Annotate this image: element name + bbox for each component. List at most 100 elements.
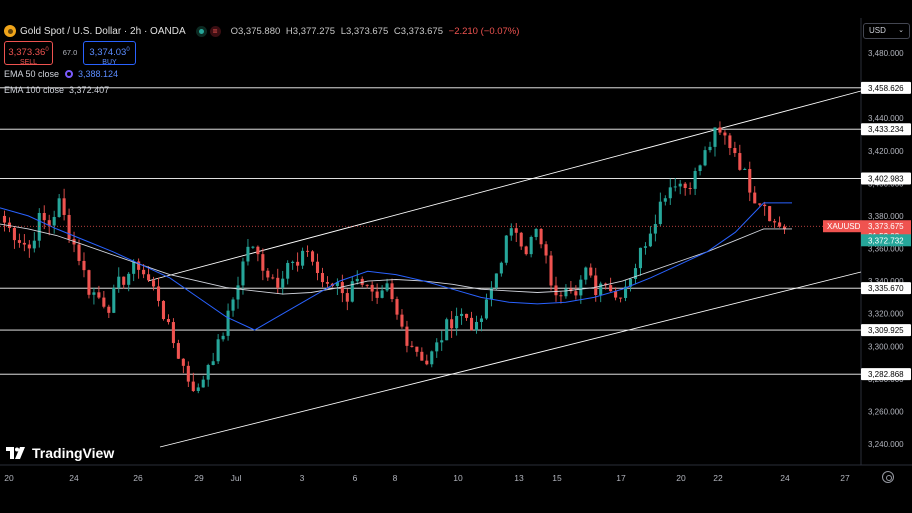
candle-body-95 bbox=[474, 321, 479, 331]
candle-body-48 bbox=[241, 261, 245, 286]
candle-body-16 bbox=[82, 260, 86, 271]
candle-body-132 bbox=[658, 201, 662, 225]
ema50-settings-icon[interactable] bbox=[65, 70, 74, 78]
candle-body-113 bbox=[564, 288, 568, 297]
price-chart[interactable]: 3,240.0003,260.0003,280.0003,300.0003,32… bbox=[0, 0, 912, 513]
candle-body-30 bbox=[152, 280, 156, 287]
ema50-legend[interactable]: EMA 50 close 3,388.124 bbox=[4, 69, 118, 79]
x-tick-label: 6 bbox=[353, 473, 358, 483]
candle-body-107 bbox=[534, 228, 538, 237]
candle-body-22 bbox=[112, 287, 116, 313]
high-value: H3,377.275 bbox=[285, 25, 336, 37]
candle-body-60 bbox=[301, 250, 305, 266]
x-tick-label: 15 bbox=[552, 473, 562, 483]
candle-body-31 bbox=[156, 286, 161, 301]
candle-body-151 bbox=[753, 192, 757, 204]
symbol-title[interactable]: Gold Spot / U.S. Dollar · 2h · OANDA bbox=[20, 26, 186, 37]
brand-name: TradingView bbox=[32, 445, 115, 461]
candle-body-44 bbox=[221, 335, 225, 340]
y-tick-label: 3,380.000 bbox=[868, 212, 904, 221]
candle-body-145 bbox=[723, 132, 727, 136]
candle-body-135 bbox=[673, 186, 677, 188]
gold-symbol-icon bbox=[4, 25, 16, 37]
candle-body-96 bbox=[479, 318, 484, 322]
candle-body-52 bbox=[261, 254, 265, 271]
candle-body-74 bbox=[370, 284, 374, 292]
candle-body-93 bbox=[465, 313, 469, 318]
candle-body-73 bbox=[365, 284, 369, 286]
candle-body-89 bbox=[445, 319, 449, 341]
candle-body-117 bbox=[584, 267, 588, 280]
candle-body-5 bbox=[27, 244, 31, 249]
candle-body-2 bbox=[12, 227, 16, 241]
ema100-value: 3,372.407 bbox=[69, 85, 110, 95]
candle-body-7 bbox=[37, 213, 41, 241]
candle-body-12 bbox=[62, 198, 66, 215]
ema-tag-label: 3,372.732 bbox=[868, 236, 904, 245]
candle-body-108 bbox=[539, 228, 543, 245]
candle-body-75 bbox=[375, 291, 379, 298]
candle-body-147 bbox=[733, 148, 737, 154]
settings-icon[interactable] bbox=[882, 471, 894, 483]
candle-body-32 bbox=[161, 300, 166, 320]
buy-label: BUY bbox=[102, 59, 117, 66]
x-tick-label: Jul bbox=[231, 473, 242, 483]
change-value: −2.210 (−0.07%) bbox=[448, 25, 520, 37]
x-tick-label: 24 bbox=[780, 473, 790, 483]
candle-body-11 bbox=[57, 198, 61, 217]
x-tick-label: 27 bbox=[840, 473, 850, 483]
market-open-icon bbox=[195, 25, 207, 37]
y-tick-label: 3,480.000 bbox=[868, 49, 904, 58]
y-tick-label: 3,240.000 bbox=[868, 440, 904, 449]
candle-body-138 bbox=[688, 187, 692, 189]
sell-label: SELL bbox=[19, 59, 38, 66]
sell-button[interactable]: 3,373.360 SELL bbox=[4, 41, 53, 66]
candle-body-55 bbox=[276, 277, 280, 288]
y-tick-label: 3,320.000 bbox=[868, 310, 904, 319]
candle-body-84 bbox=[420, 351, 424, 361]
candle-body-99 bbox=[494, 273, 498, 288]
close-value: C3,373.675 bbox=[393, 25, 443, 37]
open-value: O3,375.880 bbox=[230, 25, 281, 37]
y-tick-label: 3,300.000 bbox=[868, 342, 904, 351]
channel-upper-line bbox=[147, 90, 862, 282]
candle-body-148 bbox=[738, 153, 742, 170]
chart-header: Gold Spot / U.S. Dollar · 2h · OANDA = O… bbox=[0, 20, 519, 42]
candle-body-80 bbox=[400, 314, 404, 327]
candle-body-116 bbox=[579, 279, 583, 296]
y-tick-label: 3,420.000 bbox=[868, 147, 904, 156]
chevron-down-icon: ⌄ bbox=[898, 27, 904, 34]
buy-button[interactable]: 3,374.030 BUY bbox=[83, 41, 136, 66]
candle-body-134 bbox=[668, 187, 672, 199]
candle-body-24 bbox=[122, 276, 126, 285]
channel-lower-line bbox=[159, 271, 862, 448]
candle-body-69 bbox=[345, 293, 349, 302]
candle-body-122 bbox=[609, 285, 613, 292]
candle-body-61 bbox=[306, 250, 310, 252]
candle-body-143 bbox=[713, 127, 717, 147]
candle-body-79 bbox=[395, 299, 399, 315]
candle-body-119 bbox=[594, 275, 598, 296]
candle-body-91 bbox=[455, 315, 459, 329]
level-tag-label: 3,402.983 bbox=[868, 174, 904, 183]
candle-body-41 bbox=[206, 364, 210, 380]
candle-body-36 bbox=[181, 358, 185, 366]
candle-body-26 bbox=[132, 261, 136, 274]
level-tag-label: 3,458.626 bbox=[868, 84, 904, 93]
candle-body-0 bbox=[2, 215, 7, 223]
currency-selector[interactable]: USD ⌄ bbox=[863, 23, 910, 39]
sell-price-sup: 0 bbox=[45, 47, 49, 53]
candle-body-109 bbox=[544, 244, 548, 256]
candle-body-110 bbox=[549, 255, 553, 286]
candle-body-13 bbox=[67, 214, 71, 240]
candle-body-111 bbox=[554, 285, 558, 296]
candle-body-17 bbox=[87, 270, 91, 295]
ema100-legend[interactable]: EMA 100 close 3,372.407 bbox=[4, 85, 109, 95]
candle-body-71 bbox=[355, 278, 359, 282]
candle-body-142 bbox=[708, 146, 712, 151]
candle-body-35 bbox=[176, 343, 180, 359]
candle-body-82 bbox=[410, 345, 414, 347]
candle-body-101 bbox=[504, 235, 508, 263]
candle-body-37 bbox=[186, 365, 190, 382]
buy-price-sup: 0 bbox=[126, 47, 130, 53]
